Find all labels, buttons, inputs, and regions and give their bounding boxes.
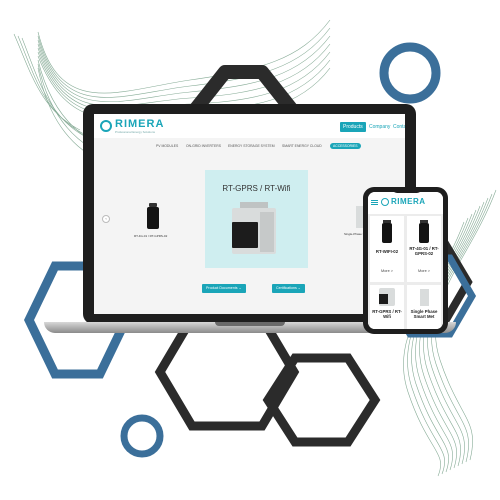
phone-notch	[392, 188, 422, 193]
subnav-pv-modules[interactable]: PV MODULES	[156, 144, 178, 148]
phone-screen: RIMERA RT-WIFI-02 More > RT-4G-01 / RT-G…	[368, 192, 443, 329]
phone-product-label: RT-WIFI-02	[375, 249, 399, 254]
certifications-label: Certifications	[276, 286, 297, 290]
site-header: RIMERA Professional Energy Solutions Pro…	[94, 114, 405, 138]
product-label-left: RT-4G-01 / RT-GPRS-02	[134, 234, 168, 238]
phone-more-link[interactable]: More >	[370, 269, 404, 273]
rt-gprs-device-image	[232, 202, 276, 254]
chevron-down-icon: ⌄	[238, 286, 242, 290]
circle-blue-top	[379, 42, 441, 104]
rimera-logo-icon	[381, 198, 389, 206]
subnav-on-grid-inverters[interactable]: ON-GRID INVERTERS	[186, 144, 221, 148]
phone-product-card[interactable]: RT-4G-01 / RT-GPRS-02 More >	[407, 216, 441, 282]
product-label-right: Single-Phase S	[344, 232, 365, 236]
laptop-notch	[215, 322, 285, 326]
phone-product-card[interactable]: RT-GPRS / RT-Wifi	[370, 285, 404, 329]
product-category-nav: PV MODULES ON-GRID INVERTERS ENERGY STOR…	[94, 141, 405, 153]
phone-logo-text[interactable]: RIMERA	[391, 197, 426, 206]
featured-product-title: RT-GPRS / RT-Wifi	[222, 184, 291, 193]
product-thumb-rt-4g[interactable]	[146, 203, 160, 229]
phone-header: RIMERA	[368, 192, 443, 214]
header-products-button[interactable]: Products	[340, 122, 366, 132]
phone-product-label: Single Phase Smart Met	[410, 309, 438, 319]
chevron-down-icon: ⌄	[297, 286, 301, 290]
circle-blue-bottom	[120, 414, 164, 458]
site-logo-tagline: Professional Energy Solutions	[115, 130, 156, 134]
subnav-accessories[interactable]: ACCESSORIES	[330, 143, 361, 149]
subnav-energy-storage[interactable]: ENERGY STORAGE SYSTEM	[228, 144, 275, 148]
rimera-logo-icon	[100, 120, 112, 132]
phone-product-label: RT-4G-01 / RT-GPRS-02	[409, 246, 439, 256]
phone-product-card[interactable]: Single Phase Smart Met	[407, 285, 441, 329]
site-logo-text[interactable]: RIMERA	[115, 118, 164, 130]
phone-product-grid: RT-WIFI-02 More > RT-4G-01 / RT-GPRS-02 …	[368, 214, 443, 329]
hamburger-icon[interactable]	[371, 200, 378, 201]
laptop-screen: RIMERA Professional Energy Solutions Pro…	[94, 114, 405, 314]
phone-product-label: RT-GPRS / RT-Wifi	[372, 309, 402, 319]
header-contact-button[interactable]: Conta	[390, 122, 405, 132]
featured-product-card[interactable]: RT-GPRS / RT-Wifi	[205, 170, 308, 268]
product-documents-label: Product Documents	[206, 286, 238, 290]
subnav-smart-energy-cloud[interactable]: SMART ENERGY CLOUD	[282, 144, 322, 148]
phone-more-link[interactable]: More >	[407, 269, 441, 273]
product-documents-button[interactable]: Product Documents ⌄	[202, 284, 246, 293]
carousel-prev-button[interactable]: ‹	[102, 215, 110, 223]
certifications-button[interactable]: Certifications ⌄	[272, 284, 305, 293]
phone-product-card[interactable]: RT-WIFI-02 More >	[370, 216, 404, 282]
hexagon-dark-bottom-right	[262, 353, 381, 447]
